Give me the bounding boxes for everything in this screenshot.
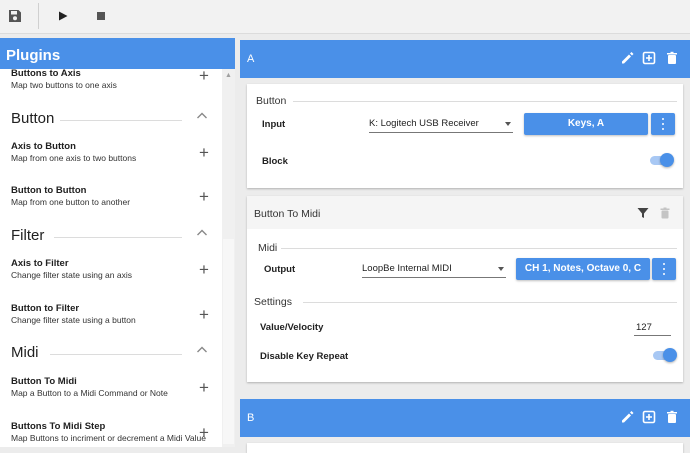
add-box-icon[interactable] <box>642 51 656 65</box>
velocity-value: 127 <box>636 322 652 333</box>
plugin-item-description: Change filter state using a button <box>11 315 136 325</box>
midi-output-value: LoopBe Internal MIDI <box>362 263 452 274</box>
midi-section-title: Midi <box>258 242 278 254</box>
block-name: A <box>247 53 255 65</box>
add-plugin-button[interactable]: + <box>199 261 209 278</box>
plugin-card-button-to-midi: Button To Midi Midi Output LoopBe Intern… <box>247 196 683 382</box>
block-header-b: B <box>240 399 690 437</box>
plugins-list: Buttons to Axis Map two buttons to one a… <box>0 69 222 447</box>
save-icon <box>9 10 21 22</box>
button-section-title: Button <box>256 95 287 107</box>
pencil-icon[interactable] <box>620 51 634 65</box>
add-plugin-button[interactable]: + <box>199 69 209 84</box>
section-divider <box>303 302 677 303</box>
section-title: Button <box>11 110 55 127</box>
plugin-item-description: Map a Button to a Midi Command or Note <box>11 388 168 398</box>
scroll-up-icon[interactable]: ▲ <box>224 71 233 80</box>
plugin-item-title: Buttons to Axis <box>11 69 81 79</box>
save-button[interactable] <box>3 5 27 27</box>
stop-icon <box>97 12 105 20</box>
more-options-button[interactable] <box>651 113 675 135</box>
chevron-up-icon[interactable] <box>196 345 208 355</box>
chevron-up-icon[interactable] <box>196 228 208 238</box>
section-divider <box>60 120 182 121</box>
plugin-item-title: Axis to Button <box>11 141 76 152</box>
toolbar-divider <box>38 3 39 29</box>
toggle-knob <box>663 348 677 362</box>
plugin-item-title: Button to Button <box>11 185 87 196</box>
section-button[interactable]: Button <box>0 110 222 130</box>
dropdown-arrow-icon <box>505 122 511 126</box>
output-label: Output <box>264 264 296 275</box>
settings-section-title: Settings <box>254 296 292 308</box>
plugin-item-title: Buttons To Midi Step <box>11 421 106 432</box>
plugin-item-title: Button to Filter <box>11 303 80 314</box>
plugin-item-title: Axis to Filter <box>11 258 69 269</box>
add-plugin-button[interactable]: + <box>199 424 209 441</box>
plugins-title: Plugins <box>0 38 235 69</box>
more-options-button[interactable] <box>652 258 676 280</box>
plugin-title: Button To Midi <box>254 208 321 220</box>
stop-button[interactable] <box>89 5 113 27</box>
toolbar <box>0 0 690 34</box>
section-title: Midi <box>11 344 39 361</box>
disable-repeat-toggle[interactable] <box>653 348 677 362</box>
add-plugin-button[interactable]: + <box>199 188 209 205</box>
block-header-a: A <box>240 40 690 78</box>
toggle-knob <box>660 153 674 167</box>
pencil-icon[interactable] <box>620 410 634 424</box>
plugin-card-body: Midi Output LoopBe Internal MIDI CH 1, N… <box>247 229 683 382</box>
add-plugin-button[interactable]: + <box>199 379 209 396</box>
play-button[interactable] <box>51 5 75 27</box>
disable-repeat-label: Disable Key Repeat <box>260 351 349 362</box>
block-toggle[interactable] <box>650 153 674 167</box>
trash-icon[interactable] <box>665 410 679 424</box>
plugin-item-description: Map from one axis to two buttons <box>11 153 137 163</box>
plugin-item-description: Change filter state using an axis <box>11 270 132 280</box>
scroll-thumb[interactable] <box>223 239 234 444</box>
dropdown-arrow-icon <box>498 267 504 271</box>
plugin-item-description: Map from one button to another <box>11 197 131 207</box>
section-divider <box>54 237 182 238</box>
add-plugin-button[interactable]: + <box>199 144 209 161</box>
add-plugin-button[interactable]: + <box>199 306 209 323</box>
plugins-scrollbar[interactable]: ▲ <box>222 69 235 447</box>
block-b-card <box>247 443 683 453</box>
plugins-panel: Plugins Buttons to Axis Map two buttons … <box>0 38 235 447</box>
filter-icon[interactable] <box>637 207 649 219</box>
button-card: Button Input K: Logitech USB Receiver Ke… <box>247 84 683 188</box>
block-name: B <box>247 412 255 424</box>
velocity-label: Value/Velocity <box>260 322 324 333</box>
velocity-input[interactable]: 127 <box>634 320 671 336</box>
input-device-select[interactable]: K: Logitech USB Receiver <box>369 115 513 133</box>
key-select-button[interactable]: Keys, A <box>524 113 648 135</box>
section-divider <box>281 248 677 249</box>
input-label: Input <box>262 119 286 130</box>
plugin-item-title: Button To Midi <box>11 376 77 387</box>
trash-icon[interactable] <box>665 51 679 65</box>
input-device-value: K: Logitech USB Receiver <box>369 118 479 129</box>
midi-output-select[interactable]: LoopBe Internal MIDI <box>362 260 506 278</box>
play-icon <box>59 11 68 21</box>
add-box-icon[interactable] <box>642 410 656 424</box>
section-midi[interactable]: Midi <box>0 344 222 364</box>
plugin-item-description: Map Buttons to incriment or decrement a … <box>11 433 206 443</box>
section-title: Filter <box>11 227 45 244</box>
chevron-up-icon[interactable] <box>196 111 208 121</box>
section-divider <box>293 101 677 102</box>
section-divider <box>50 354 182 355</box>
bindings-panel: A Button Input K: Logitech USB Receiver … <box>240 38 690 453</box>
section-filter[interactable]: Filter <box>0 227 222 247</box>
trash-icon[interactable] <box>659 207 671 219</box>
midi-command-button[interactable]: CH 1, Notes, Octave 0, C <box>516 258 650 280</box>
block-label: Block <box>262 156 288 167</box>
plugin-item-description: Map two buttons to one axis <box>11 80 117 90</box>
